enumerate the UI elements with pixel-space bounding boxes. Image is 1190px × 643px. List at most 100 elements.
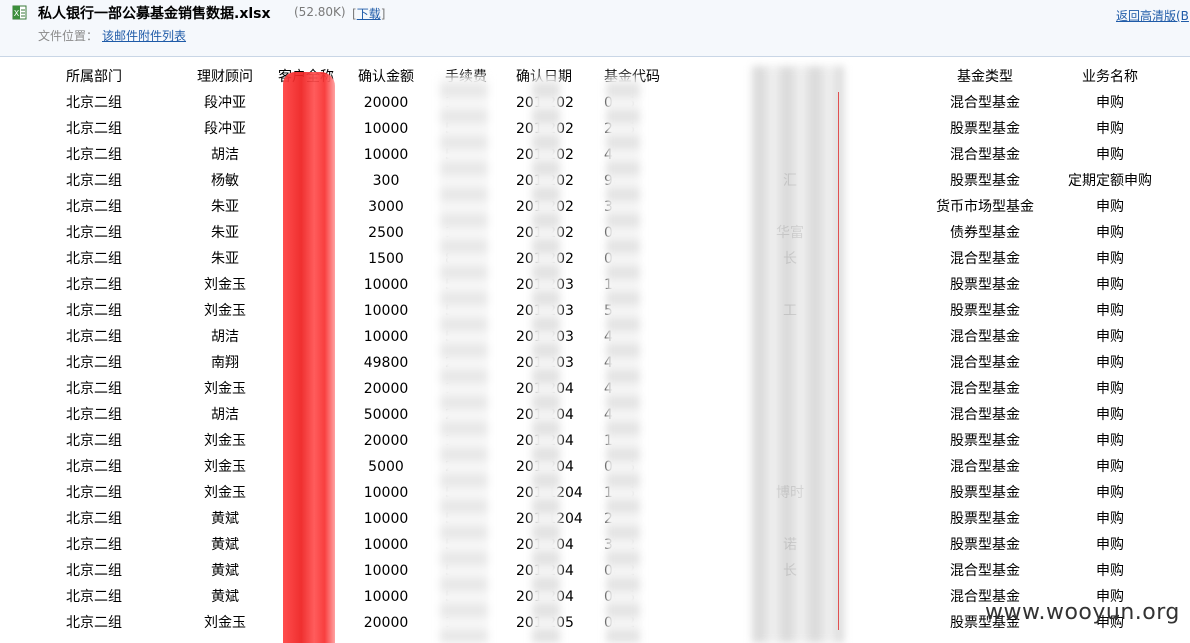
table-row: 北京二组刘金玉100005201 203 15股票型基金申购 — [0, 272, 1190, 298]
advisor-cell: 刘金玉 — [204, 433, 246, 449]
excel-file-icon: X — [12, 5, 27, 20]
amount-cell: 10000 — [363, 121, 409, 137]
fund-type-cell: 股票型基金 — [950, 303, 1020, 319]
dept-cell: 北京二组 — [66, 433, 122, 449]
fund-type-cell: 混合型基金 — [950, 563, 1020, 579]
advisor-cell: 段冲亚 — [204, 121, 246, 137]
business-cell: 申购 — [1096, 433, 1124, 449]
amount-cell: 49800 — [363, 355, 409, 371]
business-cell: 申购 — [1096, 355, 1124, 371]
download-link-wrapper: [下载] — [352, 7, 386, 21]
fund-type-cell: 股票型基金 — [950, 485, 1020, 501]
business-cell: 申购 — [1096, 563, 1124, 579]
svg-text:X: X — [14, 9, 20, 18]
dept-cell: 北京二组 — [66, 251, 122, 267]
table-row: 北京二组胡洁100005201 202 45混合型基金申购 — [0, 142, 1190, 168]
advisor-cell: 刘金玉 — [204, 277, 246, 293]
table-row: 北京二组段冲亚100005201 2022 15股票型基金申购 — [0, 116, 1190, 142]
fund-type-cell: 货币市场型基金 — [936, 199, 1034, 215]
business-cell: 申购 — [1096, 121, 1124, 137]
fund-type-cell: 股票型基金 — [950, 537, 1020, 553]
business-cell: 申购 — [1096, 199, 1124, 215]
amount-cell: 5000 — [368, 459, 404, 475]
advisor-cell: 朱亚 — [211, 251, 239, 267]
dept-cell: 北京二组 — [66, 199, 122, 215]
attachment-header: X 私人银行一部公募基金销售数据.xlsx (52.80K) [下载] 文件位置… — [0, 0, 1190, 57]
amount-cell: 10000 — [363, 589, 409, 605]
watermark: www.wooyun.org — [985, 600, 1180, 625]
amount-cell: 10000 — [363, 303, 409, 319]
advisor-cell: 黄斌 — [211, 537, 239, 553]
dept-cell: 北京二组 — [66, 589, 122, 605]
amount-cell: 20000 — [363, 615, 409, 631]
amount-cell: 10000 — [363, 537, 409, 553]
fund-type-cell: 混合型基金 — [950, 355, 1020, 371]
business-cell: 申购 — [1096, 147, 1124, 163]
amount-cell: 3000 — [368, 199, 404, 215]
amount-cell: 20000 — [363, 381, 409, 397]
advisor-cell: 胡洁 — [211, 147, 239, 163]
dept-cell: 北京二组 — [66, 381, 122, 397]
business-cell: 定期定额申购 — [1068, 173, 1152, 189]
table-row: 北京二组黄斌100005201 20408 2长混合型基金申购 — [0, 558, 1190, 584]
business-cell: 申购 — [1096, 303, 1124, 319]
dept-cell: 北京二组 — [66, 95, 122, 111]
table-row: 北京二组朱亚15008201 202 02长混合型基金申购 — [0, 246, 1190, 272]
download-link[interactable]: 下载 — [357, 7, 381, 21]
col-header-fund-type: 基金类型 — [957, 69, 1013, 85]
fund-type-cell: 混合型基金 — [950, 459, 1020, 475]
advisor-cell: 胡洁 — [211, 407, 239, 423]
business-cell: 申购 — [1096, 329, 1124, 345]
advisor-cell: 段冲亚 — [204, 95, 246, 111]
table-row: 北京二组胡洁5000029201 204 45混合型基金申购 — [0, 402, 1190, 428]
table-row: 北京二组黄斌100005201 20432 2诺股票型基金申购 — [0, 532, 1190, 558]
dept-cell: 北京二组 — [66, 173, 122, 189]
dept-cell: 北京二组 — [66, 121, 122, 137]
advisor-cell: 刘金玉 — [204, 459, 246, 475]
table-header-row: 所属部门 理财顾问 客户全称 确认金额 手续费 确认日期 基金代码 基金类型 业… — [0, 64, 1190, 90]
advisor-cell: 黄斌 — [211, 589, 239, 605]
table-row: 北京二组朱亚3000201 202 31货币市场型基金申购 — [0, 194, 1190, 220]
business-cell: 申购 — [1096, 277, 1124, 293]
fund-type-cell: 股票型基金 — [950, 511, 1020, 527]
business-cell: 申购 — [1096, 95, 1124, 111]
dept-cell: 北京二组 — [66, 407, 122, 423]
hd-version-link[interactable]: 返回高清版(B — [1116, 7, 1189, 24]
attachment-list-link[interactable]: 该邮件附件列表 — [102, 27, 186, 44]
advisor-cell: 刘金玉 — [204, 485, 246, 501]
business-cell: 申购 — [1096, 225, 1124, 241]
dept-cell: 北京二组 — [66, 303, 122, 319]
advisor-cell: 南翔 — [211, 355, 239, 371]
dept-cell: 北京二组 — [66, 615, 122, 631]
business-cell: 申购 — [1096, 381, 1124, 397]
fund-type-cell: 混合型基金 — [950, 407, 1020, 423]
amount-cell: 10000 — [363, 277, 409, 293]
code-blur — [606, 76, 640, 643]
dept-cell: 北京二组 — [66, 563, 122, 579]
dept-cell: 北京二组 — [66, 511, 122, 527]
fund-type-cell: 混合型基金 — [950, 329, 1020, 345]
col-header-amount: 确认金额 — [358, 69, 414, 85]
fund-type-cell: 股票型基金 — [950, 277, 1020, 293]
dept-cell: 北京二组 — [66, 225, 122, 241]
dept-cell: 北京二组 — [66, 485, 122, 501]
dept-cell: 北京二组 — [66, 277, 122, 293]
fund-type-cell: 债券型基金 — [950, 225, 1020, 241]
redaction-border-line — [838, 92, 839, 630]
table-row: 北京二组段冲亚200001 28201 2020 45混合型基金申购 — [0, 90, 1190, 116]
advisor-cell: 刘金玉 — [204, 303, 246, 319]
dept-cell: 北京二组 — [66, 329, 122, 345]
table-row: 北京二组南翔4980029201 203 45混合型基金申购 — [0, 350, 1190, 376]
location-label: 文件位置： — [38, 29, 99, 43]
file-size: (52.80K) — [294, 5, 346, 19]
col-header-dept: 所属部门 — [66, 69, 122, 85]
fund-type-cell: 混合型基金 — [950, 95, 1020, 111]
business-cell: 申购 — [1096, 251, 1124, 267]
fee-blur — [440, 76, 488, 643]
dept-cell: 北京二组 — [66, 537, 122, 553]
amount-cell: 10000 — [363, 329, 409, 345]
advisor-cell: 黄斌 — [211, 511, 239, 527]
business-cell: 申购 — [1096, 537, 1124, 553]
business-cell: 申购 — [1096, 407, 1124, 423]
amount-cell: 2500 — [368, 225, 404, 241]
